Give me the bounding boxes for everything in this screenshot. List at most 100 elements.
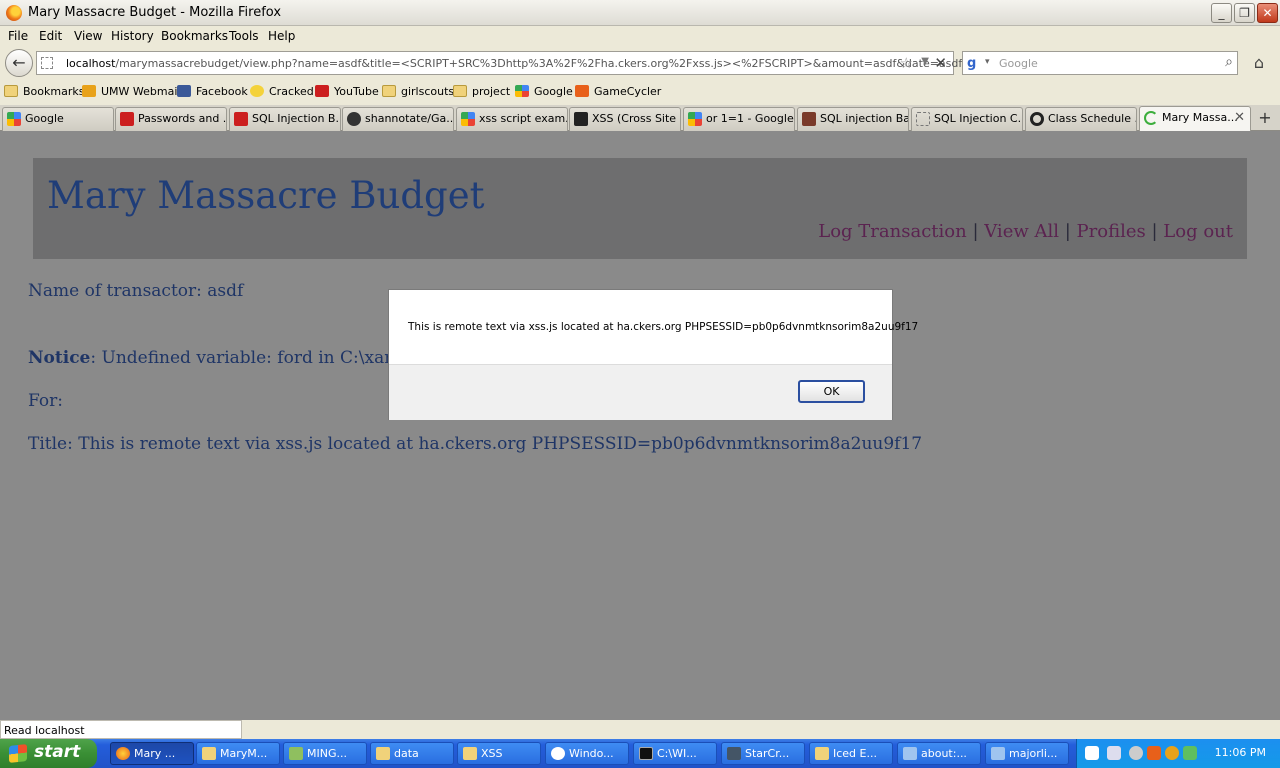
bookmark-youtube[interactable]: YouTube [315, 85, 379, 98]
tab-google[interactable]: Google [2, 107, 114, 131]
taskbar-item-about[interactable]: about:... [897, 742, 981, 765]
task-label: Windo... [569, 747, 614, 760]
xkcd-icon [802, 112, 816, 126]
home-icon[interactable]: ⌂ [1248, 53, 1270, 73]
bookmark-label: YouTube [334, 85, 379, 98]
url-dropdown-icon[interactable]: ▼ [921, 56, 929, 67]
search-bar[interactable]: g ▾ Google ⌕ [962, 51, 1238, 75]
tab-sql-injection-b[interactable]: SQL Injection B... [229, 107, 341, 131]
tray-arrow-icon[interactable] [1129, 746, 1143, 760]
bookmark-umw-webmail[interactable]: UMW Webmail [82, 85, 180, 98]
close-window-button[interactable]: ✕ [1257, 3, 1278, 23]
display-icon[interactable] [1107, 746, 1121, 760]
tab-or-1-1[interactable]: or 1=1 - Google... [683, 107, 795, 131]
google-icon [515, 85, 529, 97]
tab-sql-injection-c[interactable]: SQL Injection C... [911, 107, 1023, 131]
menu-edit[interactable]: Edit [39, 29, 62, 43]
taskbar-item-majorli[interactable]: majorli... [985, 742, 1069, 765]
tab-xss-cross-site[interactable]: XSS (Cross Site ... [569, 107, 681, 131]
google-search-engine-icon[interactable]: g [967, 56, 983, 72]
url-text[interactable]: localhost/marymassacrebudget/view.php?na… [66, 57, 962, 70]
menu-help[interactable]: Help [268, 29, 295, 43]
tab-class-schedule[interactable]: Class Schedule ... [1025, 107, 1137, 131]
page-content: Mary Massacre Budget Log Transaction | V… [0, 131, 1280, 720]
tab-shannotate[interactable]: shannotate/Ga... [342, 107, 454, 131]
site-identity-icon[interactable] [41, 57, 53, 69]
url-bar[interactable]: localhost/marymassacrebudget/view.php?na… [36, 51, 962, 75]
status-bar: Read localhost [0, 720, 1280, 739]
new-tab-button[interactable]: + [1253, 108, 1277, 130]
folder-icon [202, 747, 216, 760]
taskbar-item-marym[interactable]: MaryM... [196, 742, 280, 765]
nav-view-all[interactable]: View All [984, 221, 1059, 242]
gamecycler-tray-icon[interactable] [1147, 746, 1161, 760]
bookmark-facebook[interactable]: Facebook [177, 85, 248, 98]
bookmark-label: project [472, 85, 511, 98]
bookmark-label: GameCycler [594, 85, 662, 98]
tab-xss-script[interactable]: xss script exam... [456, 107, 568, 131]
rs-icon [574, 112, 588, 126]
help-icon[interactable] [1085, 746, 1099, 760]
tab-label: Passwords and ... [138, 112, 227, 125]
tab-passwords[interactable]: Passwords and ... [115, 107, 227, 131]
taskbar-item-data[interactable]: data [370, 742, 454, 765]
task-label: Mary ... [134, 747, 176, 760]
nav-log-out[interactable]: Log out [1163, 221, 1233, 242]
tab-sql-injection-ba[interactable]: SQL injection Ba... [797, 107, 909, 131]
folder-icon [376, 747, 390, 760]
menu-tools[interactable]: Tools [229, 29, 259, 43]
back-button[interactable]: ← [5, 49, 33, 77]
bookmarks-toolbar: Bookmarks UMW Webmail Facebook Cracked Y… [0, 80, 1280, 105]
taskbar-item-windows-media[interactable]: Windo... [545, 742, 629, 765]
notice-text: : Undefined variable: ford in C:\xamp [90, 348, 412, 368]
tab-label: Mary Massa... [1162, 111, 1238, 124]
maximize-button[interactable]: ❐ [1234, 3, 1255, 23]
tab-mary-massacre[interactable]: Mary Massa... ✕ [1139, 106, 1251, 132]
notice-label: Notice [28, 348, 91, 368]
folder-icon [4, 85, 18, 97]
ok-button[interactable]: OK [798, 380, 865, 403]
task-label: majorli... [1009, 747, 1058, 760]
bookmark-label: Bookmarks [23, 85, 85, 98]
nav-log-transaction[interactable]: Log Transaction [818, 221, 966, 242]
title-line: Title: This is remote text via xss.js lo… [28, 434, 923, 454]
bookmark-cracked[interactable]: Cracked [250, 85, 314, 98]
status-text: Read localhost [0, 720, 242, 739]
taskbar-item-iced[interactable]: Iced E... [809, 742, 893, 765]
menu-file[interactable]: File [8, 29, 28, 43]
bookmark-bookmarks[interactable]: Bookmarks [4, 85, 84, 98]
taskbar-clock[interactable]: 11:06 PM [1215, 746, 1266, 759]
search-input[interactable]: Google [999, 57, 1038, 70]
menu-view[interactable]: View [74, 29, 102, 43]
tab-label: xss script exam... [479, 112, 568, 125]
taskbar-item-firefox[interactable]: Mary ... [110, 742, 194, 765]
window-titlebar: Mary Massacre Budget - Mozilla Firefox _… [0, 0, 1280, 26]
bookmark-girlscouts[interactable]: girlscouts [382, 85, 454, 98]
close-tab-icon[interactable]: ✕ [1234, 110, 1245, 125]
site-nav: Log Transaction | View All | Profiles | … [818, 221, 1233, 242]
menu-history[interactable]: History [111, 29, 154, 43]
taskbar-item-starcraft[interactable]: StarCr... [721, 742, 805, 765]
tab-label: XSS (Cross Site ... [592, 112, 681, 125]
tray-app-icon[interactable] [1165, 746, 1179, 760]
stop-icon[interactable]: ✕ [934, 54, 947, 72]
task-label: Iced E... [833, 747, 877, 760]
search-engine-dropdown-icon[interactable]: ▾ [985, 57, 990, 67]
bookmark-label: Facebook [196, 85, 248, 98]
search-magnifier-icon[interactable]: ⌕ [1225, 54, 1233, 70]
start-button[interactable]: start [0, 739, 97, 768]
minimize-button[interactable]: _ [1211, 3, 1232, 23]
bookmark-star-icon[interactable]: ☆ [900, 54, 913, 72]
tab-label: SQL Injection B... [252, 112, 341, 125]
bookmark-gamecycler[interactable]: GameCycler [575, 85, 661, 98]
menu-bookmarks[interactable]: Bookmarks [161, 29, 228, 43]
network-signal-icon[interactable] [1183, 746, 1197, 760]
facebook-icon [177, 85, 191, 97]
taskbar-item-ming[interactable]: MING... [283, 742, 367, 765]
taskbar-item-xss[interactable]: XSS [457, 742, 541, 765]
nav-profiles[interactable]: Profiles [1077, 221, 1146, 242]
bookmark-project[interactable]: project [453, 85, 510, 98]
bookmark-google[interactable]: Google [515, 85, 573, 98]
alert-footer: OK [389, 364, 892, 420]
taskbar-item-cmd[interactable]: C:\WI... [633, 742, 717, 765]
